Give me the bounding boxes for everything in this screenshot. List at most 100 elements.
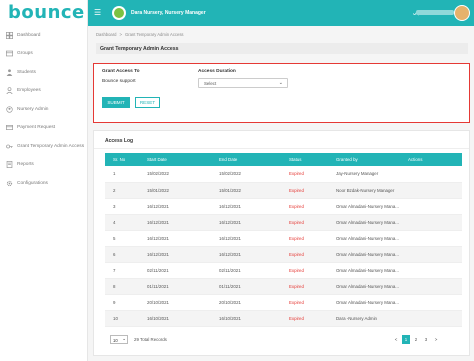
grant-access-value: Bounce support — [102, 79, 136, 84]
actions-cell — [400, 310, 462, 327]
sidebar-item-label: Dashboard — [17, 32, 41, 38]
reports-icon — [6, 161, 13, 169]
actions-cell — [400, 166, 462, 183]
table-row: 10 16/10/2021 16/10/2021 Expired Dara -Nurse… — [105, 310, 462, 327]
start-date-cell: 16/12/2021 — [139, 230, 211, 247]
status-cell: Expired — [281, 294, 328, 311]
sidebar-item-label: Payment Request — [17, 125, 56, 131]
access-log-title: Access Log — [105, 138, 134, 144]
table-row: 6 16/12/2021 16/12/2021 Expired Omar Almadan… — [105, 246, 462, 263]
sidebar-item-configurations[interactable]: Configurations — [0, 174, 88, 193]
row-number-cell: 3 — [105, 198, 139, 215]
sidebar-item-students[interactable]: Students — [0, 63, 88, 82]
row-number-cell: 9 — [105, 294, 139, 311]
granted-by-cell: Omar Almadani-Nursery Mana... — [328, 246, 400, 263]
start-date-cell: 16/12/2021 — [139, 214, 211, 231]
end-date-cell: 16/12/2021 — [211, 214, 281, 231]
access-duration-select[interactable]: Select ⌄ — [198, 78, 288, 88]
organization-logo — [112, 6, 126, 20]
column-header[interactable]: Granted by — [328, 153, 400, 166]
granted-by-cell: Omar Almadani-Nursery Mana... — [328, 198, 400, 215]
menu-icon[interactable]: ☰ — [94, 9, 102, 17]
payment-icon — [6, 124, 13, 131]
students-icon — [6, 69, 13, 76]
key-icon — [6, 143, 13, 150]
granted-by-cell: Omar Almadani-Nursery Mana... — [328, 278, 400, 295]
reset-button[interactable]: RESET — [135, 97, 160, 108]
sidebar-item-label: Grant Temporary Admin Access — [17, 143, 85, 149]
end-date-cell: 16/10/2021 — [211, 310, 281, 327]
column-header[interactable]: Start Date — [139, 153, 211, 166]
sidebar-item-grant-temporary-admin-access[interactable]: Grant Temporary Admin Access — [0, 137, 88, 156]
pagination-prev[interactable]: < — [392, 335, 400, 344]
table-row: 1 15/02/2022 15/02/2022 Expired Jay-Nursery … — [105, 166, 462, 183]
employees-icon — [6, 87, 13, 95]
table-row: 7 02/11/2021 02/11/2021 Expired Omar Almadan… — [105, 262, 462, 279]
row-number-cell: 4 — [105, 214, 139, 231]
breadcrumb-home[interactable]: Dashboard — [96, 32, 117, 37]
sidebar-item-label: Students — [17, 69, 36, 75]
start-date-cell: 15/01/2022 — [139, 182, 211, 199]
pagination-page-1[interactable]: 1 — [402, 335, 410, 344]
granted-by-cell: Jay-Nursery Manager — [328, 166, 400, 183]
total-records: 29 Total Records — [134, 337, 167, 342]
status-cell: Expired — [281, 214, 328, 231]
pagination-page-2[interactable]: 2 — [412, 335, 420, 344]
sidebar-item-payment-request[interactable]: Payment Request — [0, 119, 88, 138]
sidebar-item-employees[interactable]: Employees — [0, 82, 88, 101]
submit-button[interactable]: SUBMIT — [102, 97, 130, 108]
status-cell: Expired — [281, 230, 328, 247]
sidebar-item-nursery-admin[interactable]: Nursery Admin — [0, 100, 88, 119]
row-number-cell: 7 — [105, 262, 139, 279]
pagination-page-3[interactable]: 3 — [422, 335, 430, 344]
granted-by-cell: Noor Bzdak-Nursery Manager — [328, 182, 400, 199]
pagination: < 1 2 3 > — [390, 335, 440, 344]
actions-cell — [400, 246, 462, 263]
row-number-cell: 1 — [105, 166, 139, 183]
bounce-logo[interactable]: bounce — [8, 2, 85, 23]
table-row: 8 01/11/2021 01/11/2021 Expired Omar Almadan… — [105, 278, 462, 295]
avatar[interactable] — [454, 5, 470, 21]
access-log-table: Sr. No Start Date End Date Status Grante… — [105, 153, 462, 327]
start-date-cell: 01/11/2021 — [139, 278, 211, 295]
end-date-cell: 16/12/2021 — [211, 198, 281, 215]
chevron-down-icon: ⌄ — [122, 336, 126, 341]
grant-access-form: Grant Access To Bounce support Access Du… — [93, 63, 470, 123]
table-row: 2 15/01/2022 15/01/2022 Expired Noor Bzdak-N… — [105, 182, 462, 199]
column-header: Actions — [400, 153, 462, 166]
column-header[interactable]: Sr. No — [105, 153, 139, 166]
sidebar-item-dashboard[interactable]: Dashboard — [0, 26, 88, 45]
breadcrumb: Dashboard > Grant Temporary Admin Access — [96, 32, 184, 37]
user-email[interactable] — [416, 10, 454, 15]
sidebar-item-label: Configurations — [17, 180, 48, 186]
sidebar-item-label: Employees — [17, 88, 41, 94]
per-page-select[interactable]: 10 ⌄ — [110, 335, 128, 344]
pagination-next[interactable]: > — [432, 335, 440, 344]
granted-by-cell: Omar Almadani-Nursery Mana... — [328, 214, 400, 231]
nursery-admin-icon — [6, 106, 13, 113]
sidebar-item-label: Nursery Admin — [17, 106, 49, 112]
row-number-cell: 8 — [105, 278, 139, 295]
end-date-cell: 16/12/2021 — [211, 246, 281, 263]
actions-cell — [400, 230, 462, 247]
column-header[interactable]: End Date — [211, 153, 281, 166]
table-row: 4 16/12/2021 16/12/2021 Expired Omar Almadan… — [105, 214, 462, 231]
start-date-cell: 16/12/2021 — [139, 246, 211, 263]
chevron-down-icon: ⌄ — [278, 80, 283, 86]
start-date-cell: 16/12/2021 — [139, 198, 211, 215]
top-bar: ☰ Dara Nursery, Nursery Manager عربي — [88, 0, 474, 26]
start-date-cell: 16/10/2021 — [139, 310, 211, 327]
sidebar-item-groups[interactable]: Groups — [0, 45, 88, 64]
actions-cell — [400, 214, 462, 231]
groups-icon — [6, 50, 13, 57]
column-header[interactable]: Status — [281, 153, 328, 166]
end-date-cell: 20/10/2021 — [211, 294, 281, 311]
row-number-cell: 5 — [105, 230, 139, 247]
row-number-cell: 6 — [105, 246, 139, 263]
sidebar-item-reports[interactable]: Reports — [0, 156, 88, 175]
table-row: 9 20/10/2021 20/10/2021 Expired Omar Almadan… — [105, 294, 462, 311]
status-cell: Expired — [281, 166, 328, 183]
granted-by-cell: Dara -Nursery Admin — [328, 310, 400, 327]
granted-by-cell: Omar Almadani-Nursery Mana... — [328, 294, 400, 311]
dashboard-icon — [6, 31, 13, 39]
